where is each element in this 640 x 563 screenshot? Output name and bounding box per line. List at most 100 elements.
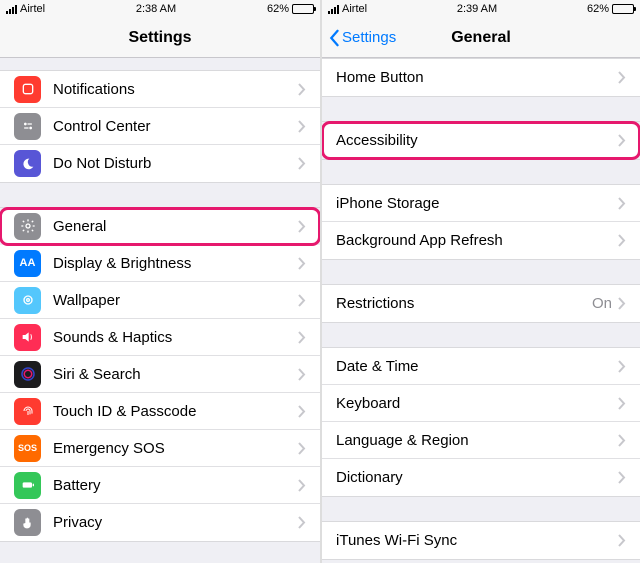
row-label: Emergency SOS <box>53 440 298 457</box>
chevron-right-icon <box>298 405 306 418</box>
notifications-icon <box>14 76 41 103</box>
battery-icon <box>292 4 314 14</box>
row-sounds-haptics[interactable]: Sounds & Haptics <box>0 319 320 356</box>
row-notifications[interactable]: Notifications <box>0 71 320 108</box>
chevron-left-icon <box>328 29 340 47</box>
row-label: Home Button <box>336 69 618 86</box>
battery-percent: 62% <box>267 3 289 15</box>
chevron-right-icon <box>298 368 306 381</box>
siri-icon <box>14 361 41 388</box>
row-label: Date & Time <box>336 358 618 375</box>
row-display-brightness[interactable]: AA Display & Brightness <box>0 245 320 282</box>
row-label: Accessibility <box>336 132 618 149</box>
row-keyboard[interactable]: Keyboard <box>322 385 640 422</box>
chevron-right-icon <box>618 197 626 210</box>
chevron-right-icon <box>298 257 306 270</box>
chevron-right-icon <box>298 442 306 455</box>
moon-icon <box>14 150 41 177</box>
clock-label: 2:39 AM <box>457 3 497 15</box>
control-center-icon <box>14 113 41 140</box>
row-label: Siri & Search <box>53 366 298 383</box>
row-touch-id-passcode[interactable]: Touch ID & Passcode <box>0 393 320 430</box>
settings-list: Notifications Control Center Do Not Dist… <box>0 58 320 542</box>
chevron-right-icon <box>298 331 306 344</box>
chevron-right-icon <box>298 294 306 307</box>
status-bar: Airtel 2:39 AM 62% <box>322 0 640 18</box>
nav-bar: Settings <box>0 18 320 58</box>
row-emergency-sos[interactable]: SOS Emergency SOS <box>0 430 320 467</box>
row-value: On <box>592 295 612 312</box>
row-label: Sounds & Haptics <box>53 329 298 346</box>
row-home-button[interactable]: Home Button <box>322 59 640 96</box>
page-title: Settings <box>128 29 191 47</box>
row-label: General <box>53 218 298 235</box>
battery-icon <box>14 472 41 499</box>
row-siri-search[interactable]: Siri & Search <box>0 356 320 393</box>
row-label: Battery <box>53 477 298 494</box>
chevron-right-icon <box>618 134 626 147</box>
row-label: Wallpaper <box>53 292 298 309</box>
status-bar: Airtel 2:38 AM 62% <box>0 0 320 18</box>
chevron-right-icon <box>618 360 626 373</box>
row-label: Do Not Disturb <box>53 155 298 172</box>
row-label: iPhone Storage <box>336 195 618 212</box>
row-date-time[interactable]: Date & Time <box>322 348 640 385</box>
back-button[interactable]: Settings <box>328 18 396 57</box>
page-title: General <box>451 29 511 47</box>
chevron-right-icon <box>298 83 306 96</box>
fingerprint-icon <box>14 398 41 425</box>
row-wallpaper[interactable]: Wallpaper <box>0 282 320 319</box>
hand-icon <box>14 509 41 536</box>
chevron-right-icon <box>298 157 306 170</box>
speaker-icon <box>14 324 41 351</box>
row-label: Notifications <box>53 81 298 98</box>
chevron-right-icon <box>298 516 306 529</box>
chevron-right-icon <box>298 220 306 233</box>
row-itunes-wifi-sync[interactable]: iTunes Wi-Fi Sync <box>322 522 640 559</box>
row-label: iTunes Wi-Fi Sync <box>336 532 618 549</box>
screen-general: Airtel 2:39 AM 62% Settings General Home… <box>320 0 640 563</box>
sos-icon: SOS <box>14 435 41 462</box>
carrier-label: Airtel <box>342 3 367 15</box>
chevron-right-icon <box>618 471 626 484</box>
wallpaper-icon <box>14 287 41 314</box>
row-label: Display & Brightness <box>53 255 298 272</box>
chevron-right-icon <box>618 397 626 410</box>
gear-icon <box>14 213 41 240</box>
row-language-region[interactable]: Language & Region <box>322 422 640 459</box>
chevron-right-icon <box>618 234 626 247</box>
row-dictionary[interactable]: Dictionary <box>322 459 640 496</box>
chevron-right-icon <box>618 71 626 84</box>
chevron-right-icon <box>618 297 626 310</box>
row-iphone-storage[interactable]: iPhone Storage <box>322 185 640 222</box>
row-label: Dictionary <box>336 469 618 486</box>
row-privacy[interactable]: Privacy <box>0 504 320 541</box>
row-control-center[interactable]: Control Center <box>0 108 320 145</box>
row-background-app-refresh[interactable]: Background App Refresh <box>322 222 640 259</box>
row-battery[interactable]: Battery <box>0 467 320 504</box>
row-label: Control Center <box>53 118 298 135</box>
carrier-label: Airtel <box>20 3 45 15</box>
nav-bar: Settings General <box>322 18 640 58</box>
chevron-right-icon <box>298 120 306 133</box>
row-accessibility[interactable]: Accessibility <box>322 122 640 159</box>
row-label: Language & Region <box>336 432 618 449</box>
clock-label: 2:38 AM <box>136 3 176 15</box>
general-list: Home Button Accessibility iPhone Storage… <box>322 58 640 560</box>
chevron-right-icon <box>618 434 626 447</box>
row-do-not-disturb[interactable]: Do Not Disturb <box>0 145 320 182</box>
battery-icon <box>612 4 634 14</box>
chevron-right-icon <box>298 479 306 492</box>
row-general[interactable]: General <box>0 208 320 245</box>
row-label: Privacy <box>53 514 298 531</box>
row-label: Restrictions <box>336 295 592 312</box>
chevron-right-icon <box>618 534 626 547</box>
row-label: Touch ID & Passcode <box>53 403 298 420</box>
signal-icon <box>328 5 339 14</box>
row-label: Background App Refresh <box>336 232 618 249</box>
row-restrictions[interactable]: Restrictions On <box>322 285 640 322</box>
back-label: Settings <box>342 29 396 46</box>
row-label: Keyboard <box>336 395 618 412</box>
battery-percent: 62% <box>587 3 609 15</box>
text-size-icon: AA <box>14 250 41 277</box>
